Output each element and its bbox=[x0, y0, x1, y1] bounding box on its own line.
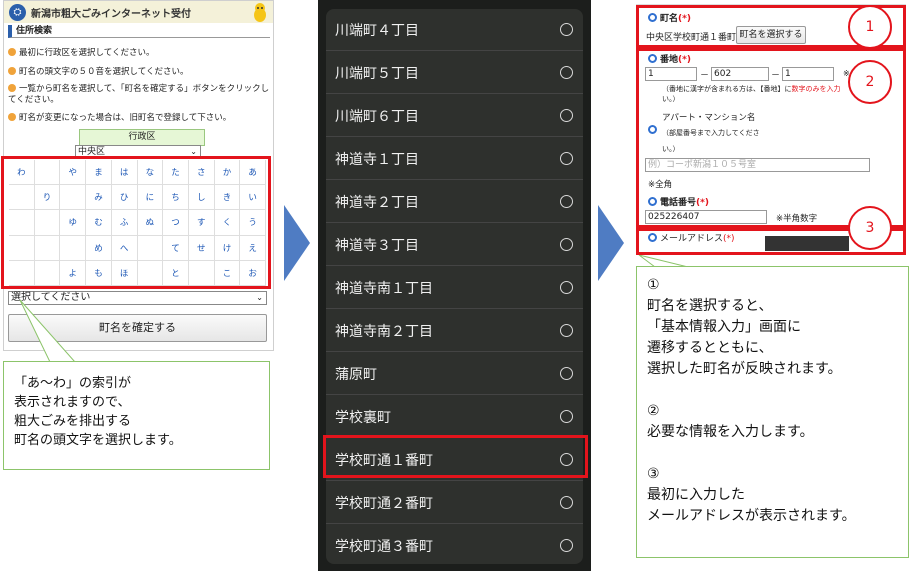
radio-button-icon[interactable] bbox=[560, 496, 573, 509]
town-list: 川端町４丁目 川端町５丁目 川端町６丁目 神道寺１丁目 神道寺２丁目 神道寺３丁目 神道寺南… bbox=[326, 9, 583, 564]
callout-line: ② bbox=[647, 403, 660, 419]
bullet-icon bbox=[8, 48, 16, 56]
right-arrow-icon bbox=[598, 205, 624, 281]
town-list-item[interactable]: 神道寺南１丁目 bbox=[326, 267, 583, 309]
callout-line: 最初に入力した bbox=[647, 487, 745, 503]
radio-button-icon[interactable] bbox=[560, 539, 573, 552]
callout-line: 選択した町名が反映されます。 bbox=[647, 361, 842, 377]
instruction-4: 町名が変更になった場合は、旧町名で登録して下さい。 bbox=[8, 111, 231, 123]
radio-button-icon[interactable] bbox=[560, 152, 573, 165]
callout-line: メールアドレスが表示されます。 bbox=[647, 508, 856, 524]
radio-button-icon[interactable] bbox=[560, 195, 573, 208]
callout-line: ③ bbox=[647, 466, 660, 482]
town-select[interactable]: 選択してください ⌄ bbox=[8, 291, 267, 305]
town-name: 学校町通３番町 bbox=[335, 539, 433, 555]
instruction-1: 最初に行政区を選択してください。 bbox=[8, 46, 155, 58]
town-list-item[interactable]: 学校町通２番町 bbox=[326, 482, 583, 524]
radio-button-icon[interactable] bbox=[560, 23, 573, 36]
city-logo-icon: ⛭ bbox=[9, 4, 26, 21]
town-name: 川端町５丁目 bbox=[335, 66, 419, 82]
callout-line: 粗大ごみを排出する bbox=[14, 414, 132, 429]
bullet-icon bbox=[8, 67, 16, 75]
callout-line: 必要な情報を入力します。 bbox=[647, 424, 814, 440]
town-list-item[interactable]: 神道寺２丁目 bbox=[326, 181, 583, 223]
town-list-screen: 川端町４丁目 川端町５丁目 川端町６丁目 神道寺１丁目 神道寺２丁目 神道寺３丁目 神道寺南… bbox=[318, 0, 591, 571]
town-list-item[interactable]: 川端町５丁目 bbox=[326, 52, 583, 94]
callout-line: 表示されますので、 bbox=[14, 395, 131, 410]
callout-line: 「基本情報入力」画面に bbox=[647, 319, 801, 335]
bullet-icon bbox=[8, 84, 16, 92]
town-name: 神道寺２丁目 bbox=[335, 195, 419, 211]
town-name: 川端町４丁目 bbox=[335, 23, 419, 39]
town-list-item[interactable]: 学校町通３番町 bbox=[326, 525, 583, 564]
callout-kana-explanation: 「あ～わ」の索引が 表示されますので、 粗大ごみを排出する 町名の頭文字を選択し… bbox=[3, 361, 270, 470]
town-list-item[interactable]: 川端町６丁目 bbox=[326, 95, 583, 137]
confirm-town-button[interactable]: 町名を確定する bbox=[8, 314, 267, 342]
radio-button-icon[interactable] bbox=[560, 281, 573, 294]
town-name: 神道寺１丁目 bbox=[335, 152, 419, 168]
radio-button-icon[interactable] bbox=[560, 238, 573, 251]
site-title: 新潟市粗大ごみインターネット受付 bbox=[31, 9, 191, 20]
chevron-down-icon: ⌄ bbox=[256, 293, 263, 302]
radio-button-icon[interactable] bbox=[560, 367, 573, 380]
highlight-frame-kana bbox=[1, 156, 271, 289]
callout-line: 町名の頭文字を選択します。 bbox=[14, 433, 182, 448]
mascot-icon bbox=[254, 3, 266, 22]
town-name: 学校町通２番町 bbox=[335, 496, 433, 512]
site-header: ⛭ 新潟市粗大ごみインターネット受付 bbox=[4, 1, 273, 23]
town-list-item[interactable]: 学校裏町 bbox=[326, 396, 583, 438]
callout-line bbox=[647, 380, 908, 401]
instruction-2: 町名の頭文字の５０音を選択してください。 bbox=[8, 65, 189, 77]
town-list-item[interactable]: 蒲原町 bbox=[326, 353, 583, 395]
radio-button-icon[interactable] bbox=[560, 410, 573, 423]
callout-line: 「あ～わ」の索引が bbox=[14, 376, 132, 391]
callout-line bbox=[647, 443, 908, 464]
town-list-item[interactable]: 神道寺南２丁目 bbox=[326, 310, 583, 352]
bullet-icon bbox=[8, 113, 16, 121]
callout-line: ① bbox=[647, 277, 660, 293]
highlight-frame-selected-town bbox=[323, 435, 588, 478]
radio-button-icon[interactable] bbox=[560, 66, 573, 79]
radio-button-icon[interactable] bbox=[560, 324, 573, 337]
instruction-3: 一覧から町名を選択して、「町名を確定する」ボタンをクリックしてください。 bbox=[8, 84, 270, 105]
marker-2: 2 bbox=[848, 60, 892, 104]
callout-line: 遷移するとともに、 bbox=[647, 340, 773, 356]
town-name: 神道寺南１丁目 bbox=[335, 281, 433, 297]
town-name: 川端町６丁目 bbox=[335, 109, 419, 125]
radio-button-icon[interactable] bbox=[560, 109, 573, 122]
town-name: 神道寺３丁目 bbox=[335, 238, 419, 254]
town-name: 蒲原町 bbox=[335, 367, 377, 383]
callout-steps: ① 町名を選択すると、「基本情報入力」画面に 遷移するとともに、選択した町名が反映さ… bbox=[636, 266, 909, 558]
town-list-item[interactable]: 神道寺１丁目 bbox=[326, 138, 583, 180]
callout-line: 町名を選択すると、 bbox=[647, 298, 773, 314]
marker-3: 3 bbox=[848, 206, 892, 250]
section-title: 住所検索 bbox=[8, 25, 270, 38]
marker-1: 1 bbox=[848, 5, 892, 49]
town-name: 神道寺南２丁目 bbox=[335, 324, 433, 340]
town-name: 学校裏町 bbox=[335, 410, 391, 426]
right-arrow-icon bbox=[284, 205, 310, 281]
ward-label: 行政区 bbox=[79, 129, 205, 146]
town-list-item[interactable]: 川端町４丁目 bbox=[326, 9, 583, 51]
town-list-item[interactable]: 神道寺３丁目 bbox=[326, 224, 583, 266]
